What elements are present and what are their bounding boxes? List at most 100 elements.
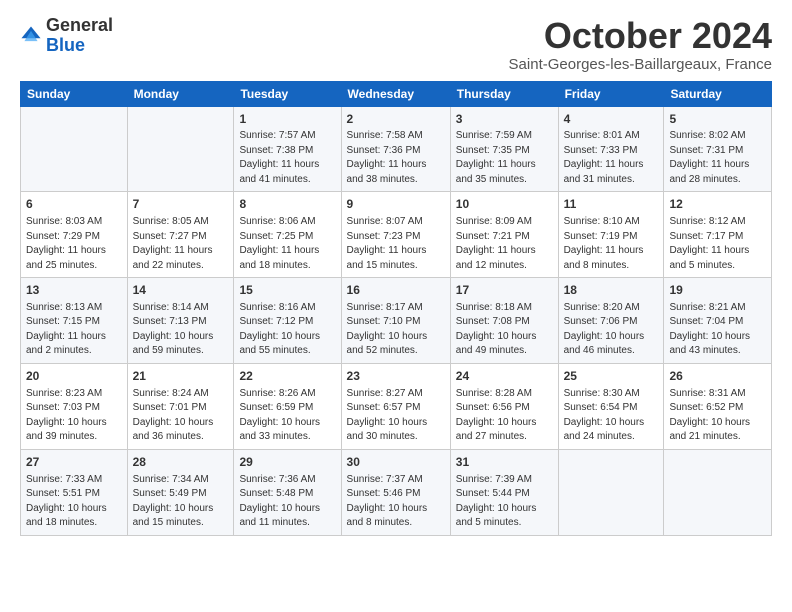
day-number: 19 — [669, 282, 766, 299]
logo: General Blue — [20, 16, 113, 56]
day-info: Sunrise: 8:09 AMSunset: 7:21 PMDaylight:… — [456, 215, 553, 273]
day-number: 3 — [456, 111, 553, 128]
day-info: Sunrise: 8:17 AMSunset: 7:10 PMDaylight:… — [347, 301, 445, 359]
day-info: Sunrise: 7:33 AMSunset: 5:51 PMDaylight:… — [26, 473, 122, 531]
day-info: Sunrise: 8:16 AMSunset: 7:12 PMDaylight:… — [239, 301, 335, 359]
calendar-cell: 5Sunrise: 8:02 AMSunset: 7:31 PMDaylight… — [664, 106, 772, 192]
day-number: 16 — [347, 282, 445, 299]
calendar-cell: 16 Sunrise: 8:17 AMSunset: 7:10 PMDayligh… — [341, 278, 450, 364]
day-number: 13 — [26, 282, 122, 299]
day-info: Sunrise: 8:27 AMSunset: 6:57 PMDaylight:… — [347, 387, 445, 445]
calendar-cell: 14 Sunrise: 8:14 AMSunset: 7:13 PMDayligh… — [127, 278, 234, 364]
day-info: Sunrise: 7:59 AMSunset: 7:35 PMDaylight:… — [456, 129, 553, 187]
calendar-cell: 2Sunrise: 7:58 AMSunset: 7:36 PMDaylight… — [341, 106, 450, 192]
calendar-header-row: Sunday Monday Tuesday Wednesday Thursday… — [21, 81, 772, 106]
calendar-cell: 23Sunrise: 8:27 AMSunset: 6:57 PMDayligh… — [341, 363, 450, 449]
col-friday: Friday — [558, 81, 664, 106]
day-info: Sunrise: 8:26 AMSunset: 6:59 PMDaylight:… — [239, 387, 335, 445]
day-info: Sunrise: 8:24 AMSunset: 7:01 PMDaylight:… — [133, 387, 229, 445]
calendar-cell: 27 Sunrise: 7:33 AMSunset: 5:51 PMDayligh… — [21, 449, 128, 535]
location-title: Saint-Georges-les-Baillargeaux, France — [509, 56, 772, 73]
calendar-cell: 10 Sunrise: 8:09 AMSunset: 7:21 PMDayligh… — [450, 192, 558, 278]
day-info: Sunrise: 8:13 AMSunset: 7:15 PMDaylight:… — [26, 301, 122, 359]
day-info: Sunrise: 7:37 AMSunset: 5:46 PMDaylight:… — [347, 473, 445, 531]
day-number: 17 — [456, 282, 553, 299]
day-number: 15 — [239, 282, 335, 299]
calendar-week-row: 20 Sunrise: 8:23 AMSunset: 7:03 PMDayligh… — [21, 363, 772, 449]
day-info: Sunrise: 8:18 AMSunset: 7:08 PMDaylight:… — [456, 301, 553, 359]
calendar-cell: 22 Sunrise: 8:26 AMSunset: 6:59 PMDayligh… — [234, 363, 341, 449]
col-wednesday: Wednesday — [341, 81, 450, 106]
calendar-cell: 28 Sunrise: 7:34 AMSunset: 5:49 PMDayligh… — [127, 449, 234, 535]
calendar-week-row: 6 Sunrise: 8:03 AMSunset: 7:29 PMDaylight… — [21, 192, 772, 278]
day-info: Sunrise: 7:39 AMSunset: 5:44 PMDaylight:… — [456, 473, 553, 531]
day-number: 26 — [669, 368, 766, 385]
calendar-cell: 3Sunrise: 7:59 AMSunset: 7:35 PMDaylight… — [450, 106, 558, 192]
calendar-cell: 30 Sunrise: 7:37 AMSunset: 5:46 PMDayligh… — [341, 449, 450, 535]
col-monday: Monday — [127, 81, 234, 106]
day-info: Sunrise: 8:14 AMSunset: 7:13 PMDaylight:… — [133, 301, 229, 359]
calendar-cell: 25 Sunrise: 8:30 AMSunset: 6:54 PMDayligh… — [558, 363, 664, 449]
day-info: Sunrise: 8:02 AMSunset: 7:31 PMDaylight:… — [669, 129, 766, 187]
calendar-table: Sunday Monday Tuesday Wednesday Thursday… — [20, 81, 772, 536]
calendar-cell — [127, 106, 234, 192]
calendar-cell: 6 Sunrise: 8:03 AMSunset: 7:29 PMDaylight… — [21, 192, 128, 278]
calendar-cell — [664, 449, 772, 535]
day-number: 10 — [456, 196, 553, 213]
day-number: 7 — [133, 196, 229, 213]
day-info: Sunrise: 7:36 AMSunset: 5:48 PMDaylight:… — [239, 473, 335, 531]
day-info: Sunrise: 8:07 AMSunset: 7:23 PMDaylight:… — [347, 215, 445, 273]
day-number: 6 — [26, 196, 122, 213]
day-number: 31 — [456, 454, 553, 471]
day-number: 25 — [564, 368, 659, 385]
day-number: 30 — [347, 454, 445, 471]
day-number: 20 — [26, 368, 122, 385]
day-number: 29 — [239, 454, 335, 471]
calendar-cell: 4Sunrise: 8:01 AMSunset: 7:33 PMDaylight… — [558, 106, 664, 192]
month-title: October 2024 — [509, 16, 772, 56]
day-number: 14 — [133, 282, 229, 299]
day-info: Sunrise: 8:06 AMSunset: 7:25 PMDaylight:… — [239, 215, 335, 273]
day-info: Sunrise: 8:28 AMSunset: 6:56 PMDaylight:… — [456, 387, 553, 445]
day-number: 28 — [133, 454, 229, 471]
day-info: Sunrise: 8:23 AMSunset: 7:03 PMDaylight:… — [26, 387, 122, 445]
day-info: Sunrise: 8:30 AMSunset: 6:54 PMDaylight:… — [564, 387, 659, 445]
logo-blue: Blue — [46, 35, 85, 55]
day-info: Sunrise: 8:10 AMSunset: 7:19 PMDaylight:… — [564, 215, 659, 273]
day-info: Sunrise: 8:01 AMSunset: 7:33 PMDaylight:… — [564, 129, 659, 187]
calendar-week-row: 1Sunrise: 7:57 AMSunset: 7:38 PMDaylight… — [21, 106, 772, 192]
calendar-week-row: 27 Sunrise: 7:33 AMSunset: 5:51 PMDayligh… — [21, 449, 772, 535]
col-tuesday: Tuesday — [234, 81, 341, 106]
calendar-cell: 31 Sunrise: 7:39 AMSunset: 5:44 PMDayligh… — [450, 449, 558, 535]
calendar-cell: 11 Sunrise: 8:10 AMSunset: 7:19 PMDayligh… — [558, 192, 664, 278]
day-number: 2 — [347, 111, 445, 128]
day-number: 8 — [239, 196, 335, 213]
day-info: Sunrise: 8:03 AMSunset: 7:29 PMDaylight:… — [26, 215, 122, 273]
calendar-cell — [21, 106, 128, 192]
day-info: Sunrise: 8:31 AMSunset: 6:52 PMDaylight:… — [669, 387, 766, 445]
day-number: 4 — [564, 111, 659, 128]
calendar-week-row: 13 Sunrise: 8:13 AMSunset: 7:15 PMDayligh… — [21, 278, 772, 364]
calendar-cell: 18Sunrise: 8:20 AMSunset: 7:06 PMDayligh… — [558, 278, 664, 364]
day-info: Sunrise: 8:05 AMSunset: 7:27 PMDaylight:… — [133, 215, 229, 273]
calendar-cell: 26 Sunrise: 8:31 AMSunset: 6:52 PMDayligh… — [664, 363, 772, 449]
calendar-cell: 15 Sunrise: 8:16 AMSunset: 7:12 PMDayligh… — [234, 278, 341, 364]
day-info: Sunrise: 7:34 AMSunset: 5:49 PMDaylight:… — [133, 473, 229, 531]
day-number: 11 — [564, 196, 659, 213]
day-number: 24 — [456, 368, 553, 385]
day-info: Sunrise: 8:21 AMSunset: 7:04 PMDaylight:… — [669, 301, 766, 359]
calendar-cell: 19 Sunrise: 8:21 AMSunset: 7:04 PMDayligh… — [664, 278, 772, 364]
day-info: Sunrise: 8:20 AMSunset: 7:06 PMDaylight:… — [564, 301, 659, 359]
day-number: 1 — [239, 111, 335, 128]
calendar-cell: 17 Sunrise: 8:18 AMSunset: 7:08 PMDayligh… — [450, 278, 558, 364]
calendar-cell — [558, 449, 664, 535]
day-number: 22 — [239, 368, 335, 385]
calendar-cell: 8 Sunrise: 8:06 AMSunset: 7:25 PMDaylight… — [234, 192, 341, 278]
logo-general: General — [46, 15, 113, 35]
col-sunday: Sunday — [21, 81, 128, 106]
calendar-cell: 24 Sunrise: 8:28 AMSunset: 6:56 PMDayligh… — [450, 363, 558, 449]
day-number: 27 — [26, 454, 122, 471]
calendar-cell: 21Sunrise: 8:24 AMSunset: 7:01 PMDayligh… — [127, 363, 234, 449]
calendar-cell: 9Sunrise: 8:07 AMSunset: 7:23 PMDaylight… — [341, 192, 450, 278]
day-info: Sunrise: 7:58 AMSunset: 7:36 PMDaylight:… — [347, 129, 445, 187]
